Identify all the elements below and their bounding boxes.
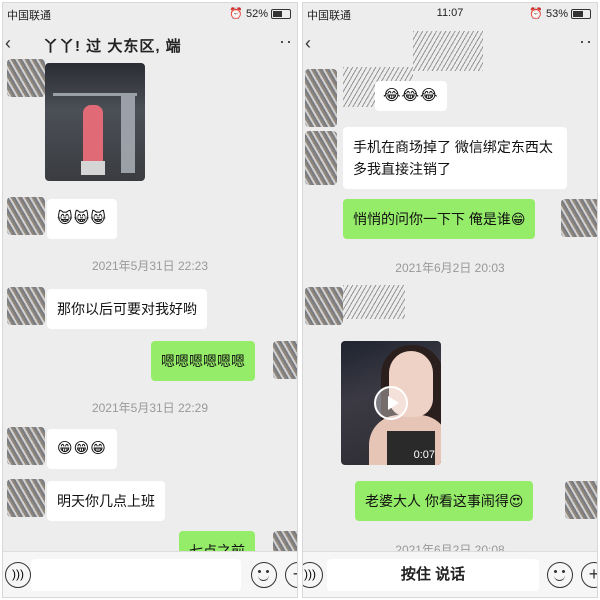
redaction-scribble xyxy=(343,285,405,319)
avatar[interactable] xyxy=(305,131,337,185)
avatar[interactable] xyxy=(7,59,45,97)
battery-percent: 52% xyxy=(245,7,268,20)
text-message: 那你以后可要对我好哟 xyxy=(47,289,207,329)
avatar[interactable] xyxy=(7,479,45,517)
emoji-message: 😸😸😸 xyxy=(47,199,117,239)
hold-to-talk-button[interactable]: 按住 说话 xyxy=(327,559,539,591)
plus-icon[interactable]: + xyxy=(581,562,597,588)
avatar[interactable] xyxy=(565,481,597,519)
avatar[interactable] xyxy=(561,199,597,237)
redaction-scribble xyxy=(413,31,483,71)
video-duration: 0:07 xyxy=(413,449,435,461)
battery-icon xyxy=(571,8,591,19)
avatar[interactable] xyxy=(7,287,45,325)
text-message-outgoing: 嗯嗯嗯嗯嗯嗯 xyxy=(151,341,255,381)
more-icon[interactable]: ·· xyxy=(279,31,293,52)
chat-navbar: ‹ 丫丫! 过 大东区, 端 ·· xyxy=(3,25,297,63)
timestamp: 2021年6月2日 20:03 xyxy=(395,261,505,275)
text-message-outgoing: 悄悄的问你一下下 俺是谁😁 xyxy=(343,199,536,239)
alarm-icon: ⏰ xyxy=(229,8,243,20)
avatar[interactable] xyxy=(305,69,337,127)
person xyxy=(83,105,103,163)
avatar[interactable] xyxy=(7,427,45,465)
timestamp: 2021年5月31日 22:23 xyxy=(91,259,209,273)
input-bar: ))) + xyxy=(3,551,297,597)
back-icon[interactable]: ‹ xyxy=(305,33,311,54)
emoji-message: 😂😂😂 xyxy=(375,81,447,111)
voice-icon[interactable]: ))) xyxy=(303,562,323,588)
text-message: 手机在商场掉了 微信绑定东西太多我直接注销了 xyxy=(343,127,567,189)
left-chat-screenshot: 中国联通 ⏰ 52% ‹ 丫丫! 过 大东区, 端 ·· 😸😸😸 2021年5月… xyxy=(2,2,298,598)
alarm-icon: ⏰ xyxy=(529,8,543,20)
plus-icon[interactable]: + xyxy=(285,562,297,588)
video-message[interactable]: 0:07 xyxy=(341,341,441,465)
back-icon[interactable]: ‹ xyxy=(5,33,11,54)
avatar[interactable] xyxy=(273,341,297,379)
battery-percent: 53% xyxy=(545,7,568,20)
play-icon[interactable] xyxy=(374,386,408,420)
timestamp: 2021年5月31日 22:29 xyxy=(91,401,209,415)
legs xyxy=(81,161,105,175)
avatar[interactable] xyxy=(305,287,343,325)
status-bar: 中国联通 ⏰ 52% xyxy=(3,3,297,25)
chat-title: 丫丫! 过 大东区, 端 xyxy=(43,38,182,55)
emoji-icon[interactable] xyxy=(251,562,277,588)
emoji-message: 😁😁😁 xyxy=(47,429,117,469)
photo-message[interactable] xyxy=(45,63,145,181)
status-right: ⏰ 53% xyxy=(529,7,591,20)
text-message-outgoing: 老婆大人 你看这事闹得😍 xyxy=(355,481,534,521)
battery-icon xyxy=(271,8,291,19)
message-input[interactable] xyxy=(31,559,241,591)
voice-icon[interactable]: ))) xyxy=(5,562,31,588)
emoji-icon[interactable] xyxy=(547,562,573,588)
gym-rack xyxy=(121,93,135,173)
status-right: ⏰ 52% xyxy=(229,7,291,20)
avatar[interactable] xyxy=(7,197,45,235)
carrier-label: 中国联通 xyxy=(7,10,51,22)
status-bar: 中国联通 11:07 ⏰ 53% xyxy=(303,3,597,25)
text-message: 明天你几点上班 xyxy=(47,481,165,521)
more-icon[interactable]: ·· xyxy=(579,31,593,52)
right-chat-screenshot: 中国联通 11:07 ⏰ 53% ‹ ·· 😂😂😂 手机在商场掉了 微信绑定东西… xyxy=(302,2,598,598)
input-bar: ))) 按住 说话 + xyxy=(303,551,597,597)
